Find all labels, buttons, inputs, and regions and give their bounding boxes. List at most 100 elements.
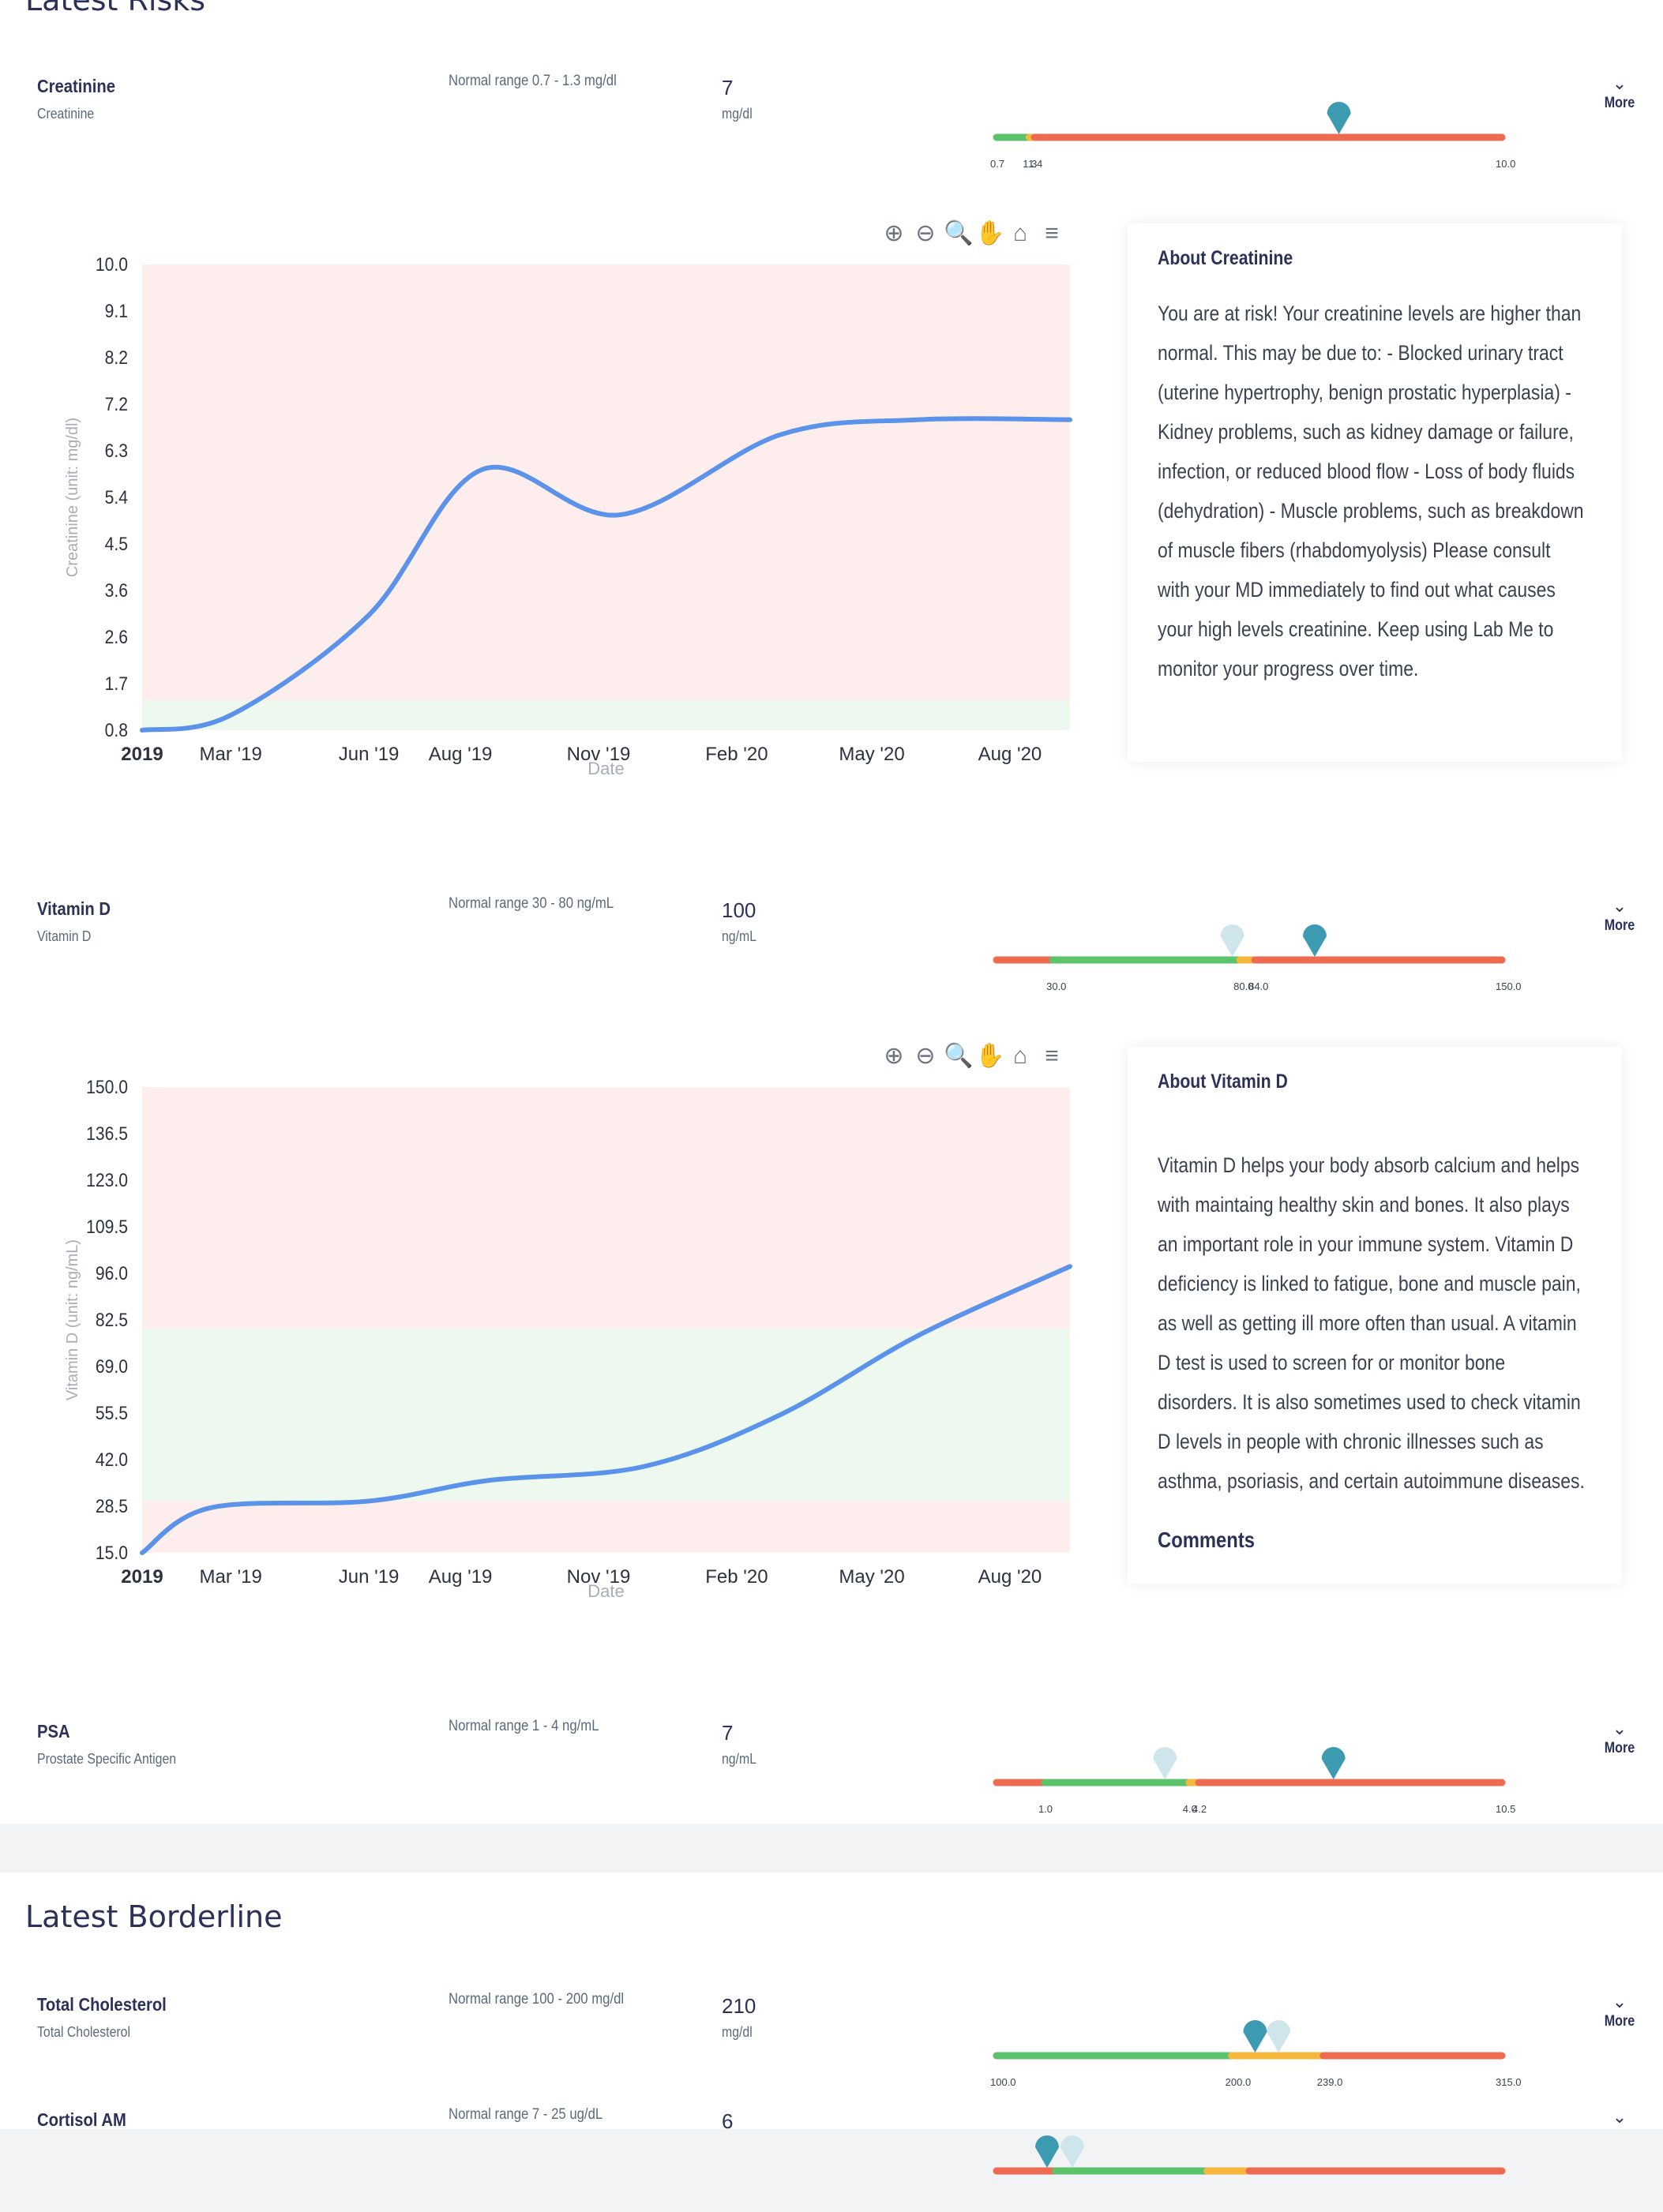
range-gauge: 30.080.084.0150.0 — [997, 922, 1502, 993]
test-value: 7 — [722, 1721, 733, 1745]
chevron-down-icon: ⌄ — [1600, 1718, 1639, 1740]
test-value: 100 — [722, 898, 756, 923]
test-row-psa[interactable]: PSA Prostate Specific Antigen Normal ran… — [0, 1721, 1663, 1824]
range-gauge: 100.0200.0239.0315.0 — [997, 2018, 1502, 2089]
normal-range: Normal range 1 - 4 ng/mL — [449, 1718, 599, 1735]
gauge-tick-label: 10.5 — [1496, 1803, 1515, 1815]
test-name: Total Cholesterol — [37, 1994, 167, 2015]
test-name: PSA — [37, 1721, 70, 1742]
gauge-tick-label: 100.0 — [990, 2076, 1016, 2088]
normal-range: Normal range 100 - 200 mg/dl — [449, 1991, 624, 2008]
x-axis-label: Date — [587, 759, 624, 778]
about-creatinine-panel: About Creatinine You are at risk! Your c… — [1128, 223, 1622, 762]
x-tick-label: Jun '19 — [339, 744, 400, 765]
y-tick-label: 82.5 — [96, 1310, 128, 1331]
gauge-tick-label: 200.0 — [1226, 2076, 1252, 2088]
test-row-vitamin-d[interactable]: Vitamin D Vitamin D Normal range 30 - 80… — [0, 898, 1663, 1001]
chevron-down-icon: ⌄ — [1600, 1991, 1639, 2013]
x-tick-label: Aug '20 — [978, 744, 1042, 765]
more-button[interactable]: ⌄ More — [1600, 1718, 1639, 1757]
test-row-cortisol-am[interactable]: Cortisol AM Normal range 7 - 25 ug/dL 6 … — [0, 2109, 1663, 2212]
test-name: Cortisol AM — [37, 2109, 126, 2131]
y-tick-label: 109.5 — [86, 1217, 128, 1238]
test-row-creatinine[interactable]: Creatinine Creatinine Normal range 0.7 -… — [0, 76, 1663, 178]
y-axis-label: Vitamin D (unit: ng/mL) — [64, 1239, 81, 1400]
y-tick-label: 136.5 — [86, 1123, 128, 1145]
gauge-svg — [997, 2133, 1502, 2204]
more-button[interactable]: ⌄ — [1600, 2106, 1639, 2128]
y-tick-label: 5.4 — [105, 487, 128, 508]
x-tick-label: May '20 — [839, 744, 904, 765]
y-tick-label: 96.0 — [96, 1263, 128, 1284]
gauge-tick-label: 4.2 — [1192, 1803, 1207, 1815]
y-tick-label: 123.0 — [86, 1170, 128, 1191]
test-value: 210 — [722, 1994, 756, 2019]
normal-range: Normal range 0.7 - 1.3 mg/dl — [449, 73, 617, 90]
y-tick-label: 4.5 — [105, 534, 128, 555]
y-tick-label: 6.3 — [105, 441, 128, 462]
test-subtitle: Vitamin D — [37, 928, 91, 945]
chevron-down-icon: ⌄ — [1600, 73, 1639, 95]
gauge-tick-label: 84.0 — [1248, 980, 1268, 992]
gauge-tick-label: 239.0 — [1317, 2076, 1343, 2088]
x-tick-label: Aug '19 — [429, 1566, 493, 1588]
latest-borderline-card: Latest Borderline Total Cholesterol Tota… — [0, 1873, 1663, 2129]
more-label: More — [1603, 95, 1637, 112]
y-tick-label: 0.8 — [105, 720, 128, 741]
y-tick-label: 10.0 — [96, 254, 128, 276]
test-value: 7 — [722, 76, 733, 100]
test-value: 6 — [722, 2109, 733, 2134]
previous-value-marker — [1060, 2135, 1084, 2168]
y-tick-label: 150.0 — [86, 1077, 128, 1098]
comments-heading: Comments — [1158, 1528, 1527, 1553]
range-gauge: 0.71.31.410.0 — [997, 99, 1502, 171]
x-tick-label: Aug '20 — [978, 1566, 1042, 1588]
test-row-total-cholesterol[interactable]: Total Cholesterol Total Cholesterol Norm… — [0, 1994, 1663, 2097]
section-title-borderline: Latest Borderline — [25, 1899, 283, 1934]
normal-range: Normal range 7 - 25 ug/dL — [449, 2106, 603, 2124]
previous-value-marker — [1153, 1747, 1177, 1779]
normal-band — [142, 700, 1070, 730]
vitamin-d-chart: ⊕⊖🔍✋⌂≡ 150.0136.5123.0109.596.082.569.05… — [55, 1044, 1074, 1628]
risk-band — [142, 264, 1070, 700]
about-title: About Vitamin D — [1158, 1070, 1527, 1093]
y-tick-label: 55.5 — [96, 1403, 128, 1424]
y-tick-label: 2.6 — [105, 627, 128, 648]
x-tick-label: Mar '19 — [200, 744, 262, 765]
about-vitamin-d-panel: About Vitamin D Vitamin D helps your bod… — [1128, 1047, 1622, 1584]
gauge-tick-label: 0.7 — [990, 158, 1004, 170]
previous-value-marker — [1267, 2020, 1290, 2053]
y-tick-label: 42.0 — [96, 1449, 128, 1471]
chart-svg: 150.0136.5123.0109.596.082.569.055.542.0… — [55, 1044, 1074, 1628]
x-tick-label: 2019 — [121, 1566, 163, 1588]
more-button[interactable]: ⌄ More — [1600, 895, 1639, 935]
gauge-svg — [997, 1745, 1502, 1816]
normal-band — [142, 1329, 1070, 1502]
more-button[interactable]: ⌄ More — [1600, 73, 1639, 112]
y-tick-label: 15.0 — [96, 1543, 128, 1564]
x-tick-label: 2019 — [121, 744, 163, 765]
more-label: More — [1603, 2013, 1637, 2030]
y-tick-label: 3.6 — [105, 580, 128, 602]
y-tick-label: 7.2 — [105, 394, 128, 415]
about-title: About Creatinine — [1158, 247, 1527, 270]
test-subtitle: Prostate Specific Antigen — [37, 1751, 176, 1768]
y-tick-label: 9.1 — [105, 301, 128, 322]
more-label: More — [1603, 1740, 1637, 1757]
y-tick-label: 8.2 — [105, 347, 128, 369]
about-text: You are at risk! Your creatinine levels … — [1158, 294, 1587, 688]
section-title-risks: Latest Risks — [25, 0, 205, 17]
x-tick-label: Mar '19 — [200, 1566, 262, 1588]
x-axis-label: Date — [587, 1581, 624, 1601]
test-unit: mg/dl — [722, 2024, 753, 2041]
range-gauge: 1.04.04.210.5 — [997, 1745, 1502, 1816]
gauge-tick-label: 30.0 — [1046, 980, 1066, 992]
current-value-marker — [1322, 1747, 1346, 1779]
gauge-tick-label: 150.0 — [1496, 980, 1522, 992]
chevron-down-icon: ⌄ — [1600, 2106, 1639, 2128]
test-unit: ng/mL — [722, 928, 756, 945]
more-button[interactable]: ⌄ More — [1600, 1991, 1639, 2030]
test-unit: ng/mL — [722, 1751, 756, 1768]
current-value-marker — [1303, 924, 1327, 957]
y-axis-label: Creatinine (unit: mg/dl) — [64, 418, 81, 577]
